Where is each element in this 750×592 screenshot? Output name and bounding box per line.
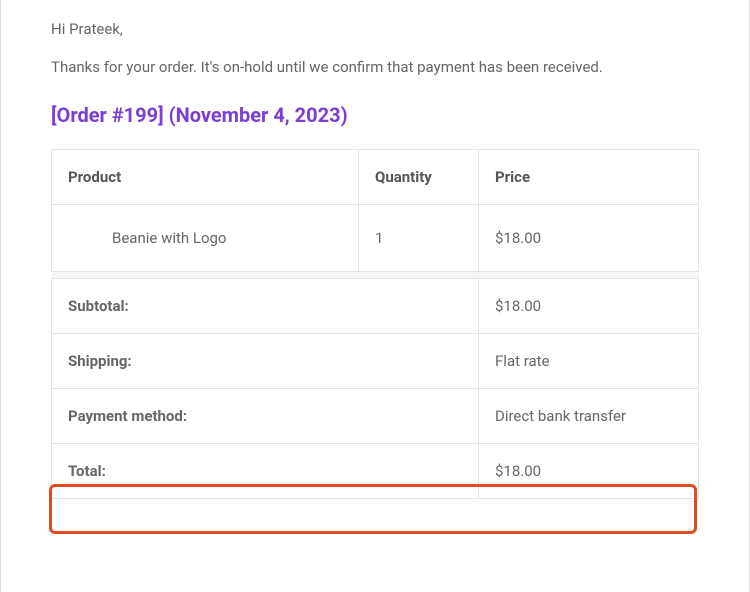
shipping-value: Flat rate (479, 333, 699, 388)
table-header-row: Product Quantity Price (52, 149, 699, 204)
total-row: Total: $18.00 (52, 443, 699, 498)
total-label: Total: (52, 443, 479, 498)
payment-method-row: Payment method: Direct bank transfer (52, 388, 699, 443)
subtotal-row: Subtotal: $18.00 (52, 278, 699, 333)
payment-label: Payment method: (52, 388, 479, 443)
shipping-row: Shipping: Flat rate (52, 333, 699, 388)
total-value: $18.00 (479, 443, 699, 498)
order-table-wrap: Product Quantity Price Beanie with Logo … (51, 149, 699, 499)
intro-text: Thanks for your order. It's on-hold unti… (51, 56, 699, 79)
subtotal-value: $18.00 (479, 278, 699, 333)
payment-value: Direct bank transfer (479, 388, 699, 443)
table-spacer (52, 271, 699, 278)
greeting-text: Hi Prateek, (51, 20, 699, 38)
header-price: Price (479, 149, 699, 204)
order-title: [Order #199] (November 4, 2023) (51, 103, 699, 127)
table-item-row: Beanie with Logo 1 $18.00 (52, 204, 699, 271)
order-table: Product Quantity Price Beanie with Logo … (51, 149, 699, 499)
item-price: $18.00 (479, 204, 699, 271)
email-container: Hi Prateek, Thanks for your order. It's … (0, 0, 750, 592)
header-quantity: Quantity (359, 149, 479, 204)
item-quantity: 1 (359, 204, 479, 271)
shipping-label: Shipping: (52, 333, 479, 388)
header-product: Product (52, 149, 359, 204)
item-name: Beanie with Logo (52, 204, 359, 271)
subtotal-label: Subtotal: (52, 278, 479, 333)
